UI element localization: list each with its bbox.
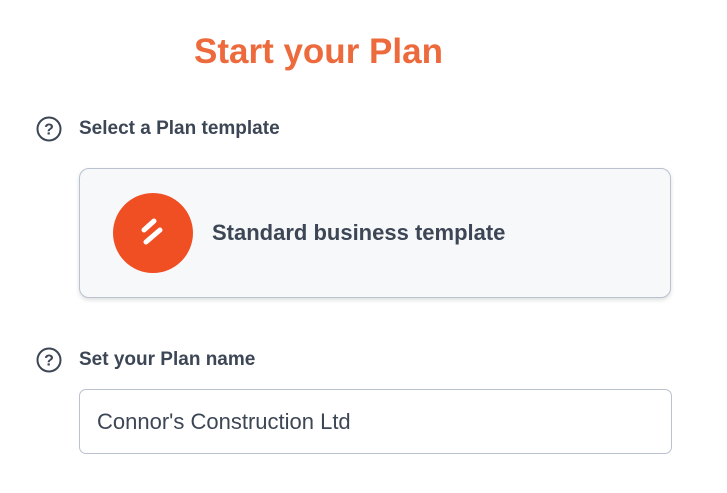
- page-title: Start your Plan: [194, 32, 443, 71]
- svg-text:?: ?: [44, 353, 54, 370]
- svg-text:?: ?: [44, 122, 54, 139]
- template-logo-icon: [113, 193, 193, 273]
- template-section-label: ? Select a Plan template: [36, 114, 280, 144]
- standard-template-card[interactable]: Standard business template: [79, 168, 671, 298]
- plan-name-section-label: ? Set your Plan name: [36, 345, 255, 375]
- plan-name-label-text: Set your Plan name: [79, 349, 256, 370]
- help-question-icon[interactable]: ?: [36, 347, 62, 373]
- start-plan-page: Start your Plan ? Select a Plan template…: [0, 0, 727, 493]
- template-label-text: Select a Plan template: [79, 118, 280, 139]
- help-question-icon[interactable]: ?: [36, 116, 62, 142]
- template-name: Standard business template: [212, 220, 506, 245]
- plan-name-input[interactable]: [79, 389, 672, 454]
